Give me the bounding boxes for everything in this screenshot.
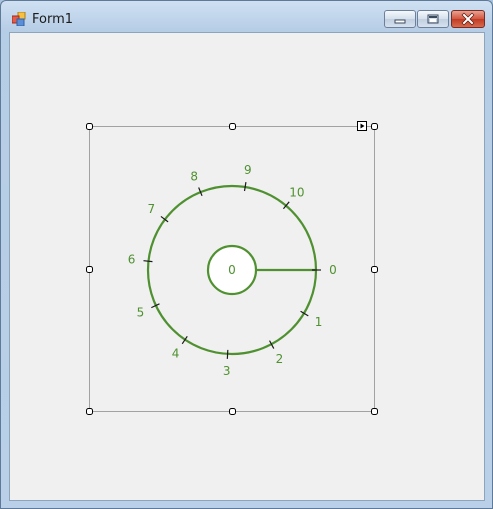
resize-handle-bottom[interactable] — [229, 408, 236, 415]
resize-handle-right[interactable] — [371, 266, 378, 273]
window-title: Form1 — [32, 12, 74, 27]
knob-tick — [243, 182, 247, 192]
app-icon — [12, 12, 26, 26]
knob-tick — [143, 260, 153, 263]
minimize-icon — [394, 19, 406, 24]
resize-handle-bottom-right[interactable] — [371, 408, 378, 415]
knob-scale-label: 10 — [289, 186, 304, 200]
resize-handle-top[interactable] — [229, 123, 236, 130]
knob-scale-label: 6 — [128, 252, 136, 266]
resize-handle-top-left[interactable] — [86, 123, 93, 130]
knob-scale-label: 9 — [244, 163, 252, 177]
smart-tag-button[interactable] — [357, 121, 367, 131]
knob-scale-label: 1 — [315, 315, 323, 329]
close-button[interactable] — [451, 10, 485, 28]
resize-handle-top-right[interactable] — [371, 123, 378, 130]
knob-scale-label: 0 — [329, 263, 337, 277]
form-window: Form1 0 0 1 2 3 4 5 6 7 8 9 10 — [0, 0, 493, 509]
knob-control-designer: 0 0 1 2 3 4 5 6 7 8 9 10 — [86, 121, 378, 415]
knob-scale-label: 4 — [172, 347, 180, 361]
knob-scale-label: 2 — [276, 352, 284, 366]
maximize-icon — [427, 14, 439, 24]
minimize-button[interactable] — [384, 10, 416, 28]
maximize-button[interactable] — [417, 10, 449, 28]
resize-handle-left[interactable] — [86, 266, 93, 273]
resize-handle-bottom-left[interactable] — [86, 408, 93, 415]
knob-scale-label: 3 — [223, 364, 231, 378]
knob-scale-label: 8 — [190, 169, 198, 183]
knob-scale-label: 7 — [148, 202, 156, 216]
title-bar[interactable]: Form1 — [1, 1, 492, 33]
form-client-area[interactable]: 0 0 1 2 3 4 5 6 7 8 9 10 — [9, 32, 485, 501]
knob-scale-label: 5 — [137, 306, 145, 320]
close-icon — [461, 12, 475, 26]
knob-center-value: 0 — [228, 263, 236, 277]
knob-control[interactable]: 0 0 1 2 3 4 5 6 7 8 9 10 — [128, 163, 337, 378]
